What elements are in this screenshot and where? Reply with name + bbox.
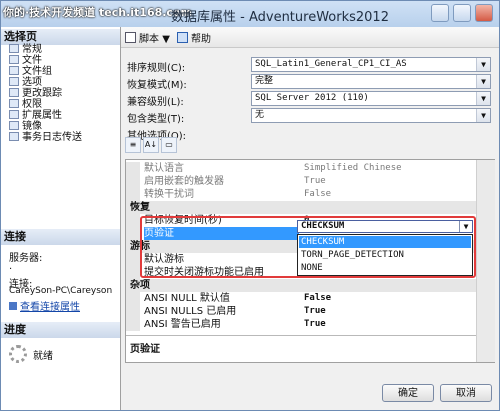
progress-spinner-icon xyxy=(9,345,27,363)
page-icon xyxy=(9,121,19,130)
select-page-header: 选择页 xyxy=(1,29,120,45)
chevron-down-icon: ▼ xyxy=(476,109,490,122)
grid-row[interactable]: 启用嵌套的触发器 True xyxy=(126,175,494,188)
property-pages-icon[interactable]: ▭ xyxy=(161,137,177,153)
containment-type-select[interactable]: 无 ▼ xyxy=(251,108,491,123)
sidebar-item-log-shipping[interactable]: 事务日志传送 xyxy=(9,132,82,144)
page-icon xyxy=(9,99,19,108)
property-description-title: 页验证 xyxy=(130,344,160,355)
grid-category[interactable]: 杂项 xyxy=(126,279,494,292)
chevron-down-icon[interactable]: ▼ xyxy=(459,221,472,232)
close-button[interactable] xyxy=(475,4,493,22)
cancel-button[interactable]: 取消 xyxy=(440,384,492,402)
property-grid-toolbar: ≡ A↓ ▭ xyxy=(125,137,185,155)
ok-button[interactable]: 确定 xyxy=(382,384,434,402)
page-icon xyxy=(9,77,19,86)
page-icon xyxy=(9,44,19,53)
help-icon xyxy=(177,32,188,43)
grid-row[interactable]: ANSI NULL 默认值 False xyxy=(126,292,494,305)
minimize-button[interactable] xyxy=(431,4,449,22)
progress-status: 就绪 xyxy=(33,351,53,362)
chevron-down-icon: ▼ xyxy=(476,75,490,88)
containment-type-label: 包含类型(T): xyxy=(127,114,185,125)
window-title: 数据库属性 - AdventureWorks2012 xyxy=(171,10,389,25)
grid-row[interactable]: 转换干扰词 False xyxy=(126,188,494,201)
chevron-down-icon: ▼ xyxy=(162,34,170,45)
collation-label: 排序规则(C): xyxy=(127,63,186,74)
grid-divider xyxy=(126,335,494,336)
dropdown-option-none[interactable]: NONE xyxy=(299,262,471,274)
chevron-down-icon: ▼ xyxy=(476,58,490,71)
dropdown-option-torn-page-detection[interactable]: TORN_PAGE_DETECTION xyxy=(299,249,471,261)
title-bar: 你的·技术开发频道 tech.it168.com 数据库属性 - Adventu… xyxy=(1,1,499,27)
chevron-down-icon: ▼ xyxy=(476,92,490,105)
grid-row[interactable]: 默认语言 Simplified Chinese xyxy=(126,162,494,175)
main-panel: 脚本 ▼ 帮助 排序规则(C): SQL_Latin1_General_CP1_… xyxy=(121,27,499,410)
script-icon xyxy=(125,32,136,43)
help-button[interactable]: 帮助 xyxy=(177,30,211,45)
page-verify-dropdown-list: CHECKSUM TORN_PAGE_DETECTION NONE xyxy=(297,234,473,276)
dropdown-option-checksum[interactable]: CHECKSUM xyxy=(299,236,471,248)
page-verify-select[interactable]: CHECKSUM ▼ xyxy=(297,220,473,233)
alphabetical-sort-icon[interactable]: A↓ xyxy=(143,137,159,153)
page-icon xyxy=(9,55,19,64)
view-connection-properties[interactable]: 查看连接属性 xyxy=(9,298,80,313)
page-icon xyxy=(9,110,19,119)
watermark-text: 你的·技术开发频道 tech.it168.com xyxy=(3,6,192,19)
connection-properties-icon xyxy=(9,302,17,310)
toolbar: 脚本 ▼ 帮助 xyxy=(121,27,499,48)
grid-scrollbar[interactable] xyxy=(476,160,495,362)
collation-select[interactable]: SQL_Latin1_General_CP1_CI_AS ▼ xyxy=(251,57,491,72)
categorized-sort-icon[interactable]: ≡ xyxy=(125,137,141,153)
server-value: . xyxy=(9,261,13,272)
recovery-model-select[interactable]: 完整 ▼ xyxy=(251,74,491,89)
grid-row[interactable]: ANSI 警告已启用 True xyxy=(126,318,494,331)
compatibility-level-select[interactable]: SQL Server 2012 (110) ▼ xyxy=(251,91,491,106)
left-panel: 选择页 常规 文件 文件组 选项 更改跟踪 权限 扩展属性 镜像 事务日志传送 … xyxy=(1,27,121,410)
connection-value: CareySon-PC\Careyson xyxy=(9,286,113,296)
grid-row[interactable]: ANSI NULLS 已启用 True xyxy=(126,305,494,318)
page-icon xyxy=(9,66,19,75)
recovery-model-label: 恢复模式(M): xyxy=(127,80,187,91)
server-label: 服务器: xyxy=(9,253,43,264)
database-properties-window: 你的·技术开发频道 tech.it168.com 数据库属性 - Adventu… xyxy=(0,0,500,411)
progress-header: 进度 xyxy=(1,322,120,338)
grid-category[interactable]: 恢复 xyxy=(126,201,494,214)
page-icon xyxy=(9,88,19,97)
connection-header: 连接 xyxy=(1,229,120,245)
maximize-button[interactable] xyxy=(453,4,471,22)
script-button[interactable]: 脚本 ▼ xyxy=(125,30,170,45)
page-icon xyxy=(9,132,19,141)
compatibility-level-label: 兼容级别(L): xyxy=(127,97,184,108)
